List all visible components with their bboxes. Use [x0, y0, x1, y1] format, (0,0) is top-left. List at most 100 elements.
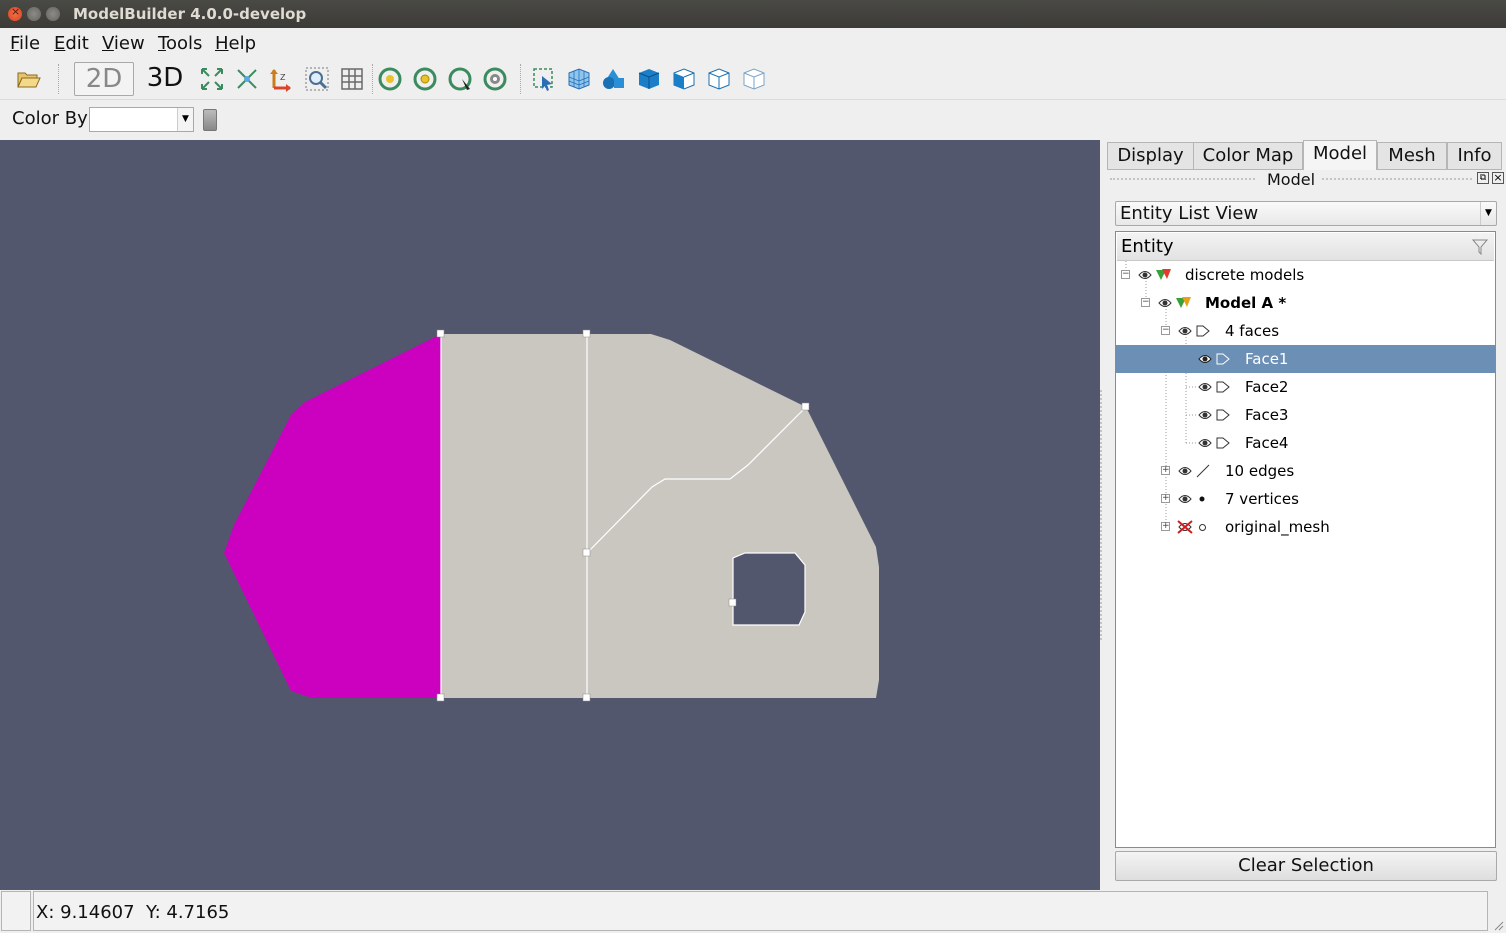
wireframe-button[interactable]	[563, 63, 595, 95]
eye-icon[interactable]	[1138, 269, 1152, 281]
menu-tools[interactable]: Tools	[158, 33, 202, 54]
color-by-toolbar: Color By ▼	[0, 100, 1506, 140]
vertex-handle[interactable]	[582, 548, 591, 557]
tree-item-discrete-models[interactable]: − discrete models	[1116, 261, 1495, 289]
model-icon	[1156, 269, 1171, 280]
eye-icon[interactable]	[1198, 381, 1212, 393]
face-icon	[1216, 353, 1230, 365]
tab-color-map[interactable]: Color Map	[1193, 142, 1303, 170]
mesh-cube-icon	[568, 68, 590, 90]
tree-item-label: Face3	[1245, 406, 1289, 424]
expand-toggle[interactable]: +	[1161, 522, 1170, 531]
expand-toggle[interactable]: +	[1161, 466, 1170, 475]
pick-center-icon	[448, 67, 472, 91]
reset-camera-button[interactable]	[196, 63, 228, 95]
view-3d-button[interactable]: 3D	[140, 62, 190, 96]
clear-selection-button[interactable]: Clear Selection	[1115, 851, 1497, 881]
menu-help[interactable]: Help	[215, 33, 256, 54]
zoom-box-icon	[305, 67, 329, 91]
tree-item-model-a[interactable]: − Model A *	[1116, 289, 1495, 317]
tab-model[interactable]: Model	[1303, 140, 1377, 170]
vertex-handle[interactable]	[436, 693, 445, 702]
zoom-to-data-button[interactable]	[231, 63, 263, 95]
color-swatch-button[interactable]	[203, 109, 217, 131]
eye-icon[interactable]	[1178, 465, 1192, 477]
eye-icon[interactable]	[1178, 493, 1192, 505]
expand-toggle[interactable]: +	[1161, 494, 1170, 503]
view-2d-button[interactable]: 2D	[74, 62, 134, 96]
maximize-window-button[interactable]	[46, 7, 60, 21]
tree-item-original-mesh[interactable]: + original_mesh	[1116, 513, 1495, 541]
main-toolbar: 2D 3D Z	[0, 58, 1506, 100]
orientation-axes-button[interactable]: Z	[265, 63, 297, 95]
menu-edit[interactable]: Edit	[54, 33, 89, 54]
tree-item-faces-group[interactable]: − 4 faces	[1116, 317, 1495, 345]
collapse-toggle[interactable]: −	[1121, 270, 1130, 279]
cube-outline-icon	[708, 68, 730, 90]
face-icon	[1216, 381, 1230, 393]
eye-icon[interactable]	[1198, 353, 1212, 365]
face-icon	[1216, 409, 1230, 421]
collapse-toggle[interactable]: −	[1141, 298, 1150, 307]
solid-cube-button[interactable]	[633, 63, 665, 95]
eye-icon[interactable]	[1198, 409, 1212, 421]
tree-item-edges-group[interactable]: + 10 edges	[1116, 457, 1495, 485]
rotate-icon	[378, 67, 402, 91]
eye-icon[interactable]	[1178, 325, 1192, 337]
window-title: ModelBuilder 4.0.0-develop	[73, 5, 307, 23]
eye-icon[interactable]	[1198, 437, 1212, 449]
select-cells-button[interactable]	[528, 63, 560, 95]
filter-icon[interactable]	[1472, 239, 1488, 255]
face-icon	[1196, 325, 1210, 337]
tree-header[interactable]: Entity	[1117, 233, 1494, 261]
chevron-down-icon: ▼	[177, 108, 193, 131]
tree-item-vertices-group[interactable]: + 7 vertices	[1116, 485, 1495, 513]
reset-camera-icon	[201, 68, 223, 90]
chevron-down-icon: ▼	[1480, 202, 1496, 225]
collapse-toggle[interactable]: −	[1161, 326, 1170, 335]
color-by-select[interactable]: ▼	[89, 107, 194, 132]
close-window-button[interactable]: ×	[8, 5, 22, 21]
vertex-handle[interactable]	[582, 329, 591, 338]
open-file-button[interactable]	[13, 63, 45, 95]
minimize-window-button[interactable]	[27, 7, 41, 21]
vertex-handle[interactable]	[582, 693, 591, 702]
hidden-eye-icon[interactable]	[1176, 519, 1194, 535]
resize-grip-icon[interactable]	[1492, 919, 1504, 931]
vertex-icon	[1199, 496, 1205, 502]
float-dock-icon[interactable]: ⧉	[1477, 172, 1489, 184]
menu-view[interactable]: View	[102, 33, 145, 54]
rotate-button[interactable]	[374, 63, 406, 95]
tree-item-label: Model A *	[1205, 294, 1287, 312]
rotate-center-button[interactable]	[409, 63, 441, 95]
tree-item-label: original_mesh	[1225, 518, 1330, 536]
face-2[interactable]	[441, 334, 587, 698]
tab-info[interactable]: Info	[1447, 142, 1502, 170]
eye-icon[interactable]	[1158, 297, 1172, 309]
vertex-handle[interactable]	[801, 402, 810, 411]
render-viewport[interactable]	[0, 140, 1100, 890]
tree-item-face2[interactable]: Face2	[1116, 373, 1495, 401]
vertex-handle[interactable]	[728, 598, 737, 607]
cube-face-button[interactable]	[668, 63, 700, 95]
rotate-center-icon	[413, 67, 437, 91]
tree-item-label: Face2	[1245, 378, 1289, 396]
face-1[interactable]	[224, 334, 441, 698]
view-mode-select[interactable]: Entity List View ▼	[1115, 201, 1497, 226]
tree-item-face4[interactable]: Face4	[1116, 429, 1495, 457]
panel-splitter[interactable]	[1100, 390, 1104, 640]
tree-item-face1[interactable]: Face1	[1116, 345, 1495, 373]
pick-center-button[interactable]	[444, 63, 476, 95]
close-dock-icon[interactable]: ×	[1492, 172, 1504, 184]
tab-display[interactable]: Display	[1107, 142, 1194, 170]
zoom-box-button[interactable]	[301, 63, 333, 95]
vertex-handle[interactable]	[436, 329, 445, 338]
menu-file[interactable]: File	[10, 33, 40, 54]
tab-mesh[interactable]: Mesh	[1377, 142, 1447, 170]
shapes-button[interactable]	[598, 63, 630, 95]
tree-item-face3[interactable]: Face3	[1116, 401, 1495, 429]
reset-center-button[interactable]	[479, 63, 511, 95]
cube-outline-button[interactable]	[703, 63, 735, 95]
cube-points-button[interactable]	[738, 63, 770, 95]
grid-button[interactable]	[336, 63, 368, 95]
